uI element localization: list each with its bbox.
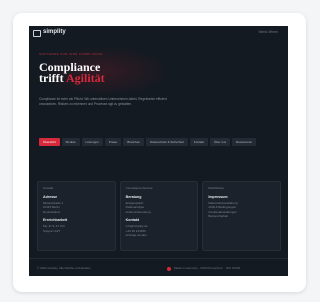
- headline-accent: Agilität: [65, 71, 105, 85]
- card-service: Compliance-Service Beratung Erstgespräch…: [119, 181, 199, 251]
- tab-contact[interactable]: Kontakt: [189, 138, 208, 146]
- footer: © 2024 simplity. Alle Rechte vorbehalten…: [29, 258, 288, 276]
- card-heading: Beratung: [125, 195, 142, 199]
- info-cards: Kontakt Adresse Musterstraße 1 10115 Ber…: [37, 181, 282, 251]
- logo-icon: [33, 30, 41, 37]
- hero-eyebrow: SOFTWARE FÜR IHRE COMPLIANCE: [39, 52, 103, 56]
- nav-menu-link[interactable]: Menü öffnen: [259, 30, 278, 34]
- tab-modules[interactable]: Module: [61, 138, 80, 146]
- tab-resources[interactable]: Ressourcen: [232, 138, 257, 146]
- tab-pricing[interactable]: Preise: [104, 138, 122, 146]
- tab-privacy-security[interactable]: Datenschutz & Sicherheit: [146, 138, 188, 146]
- tab-solutions[interactable]: Lösungen: [81, 138, 103, 146]
- headline-line2: trifft: [39, 71, 66, 85]
- tab-overview[interactable]: Übersicht: [39, 138, 60, 146]
- card-title: Rechtliches: [208, 186, 224, 190]
- hero-headline: Compliance trifft Agilität: [39, 61, 239, 85]
- inquiry-link[interactable]: Anfrage senden: [126, 233, 193, 237]
- card-title: Kontakt: [43, 186, 54, 190]
- tab-about[interactable]: Über uns: [209, 138, 231, 146]
- hero-intro: Compliance ist mehr als Pflicht: Wir unt…: [39, 97, 167, 106]
- tab-industries[interactable]: Branchen: [123, 138, 145, 146]
- footer-copyright: © 2024 simplity. Alle Rechte vorbehalten…: [37, 266, 92, 270]
- card-title: Compliance-Service: [125, 186, 153, 190]
- card-legal: Rechtliches Impressum Datenschutzerkläru…: [202, 181, 282, 251]
- status-dot-icon: [167, 267, 171, 271]
- imprint-link[interactable]: Impressum: [208, 195, 275, 199]
- card-link[interactable]: Barrierefreiheit: [208, 214, 275, 218]
- logo-text[interactable]: simplity: [43, 29, 66, 35]
- footer-info: Made in Germany · DSGVO-konform · ISO 27…: [174, 266, 241, 270]
- card-line: Support 24/7: [43, 228, 61, 233]
- card-heading: Erreichbarkeit: [43, 218, 68, 223]
- card-contact: Kontakt Adresse Musterstraße 1 10115 Ber…: [37, 181, 116, 251]
- tab-bar: Übersicht Module Lösungen Preise Branche…: [39, 138, 279, 146]
- top-bar: simplity Menü öffnen: [29, 26, 288, 42]
- page: simplity Menü öffnen SOFTWARE FÜR IHRE C…: [29, 26, 288, 276]
- card-heading: Kontakt: [125, 218, 140, 223]
- card-heading: Adresse: [43, 195, 58, 199]
